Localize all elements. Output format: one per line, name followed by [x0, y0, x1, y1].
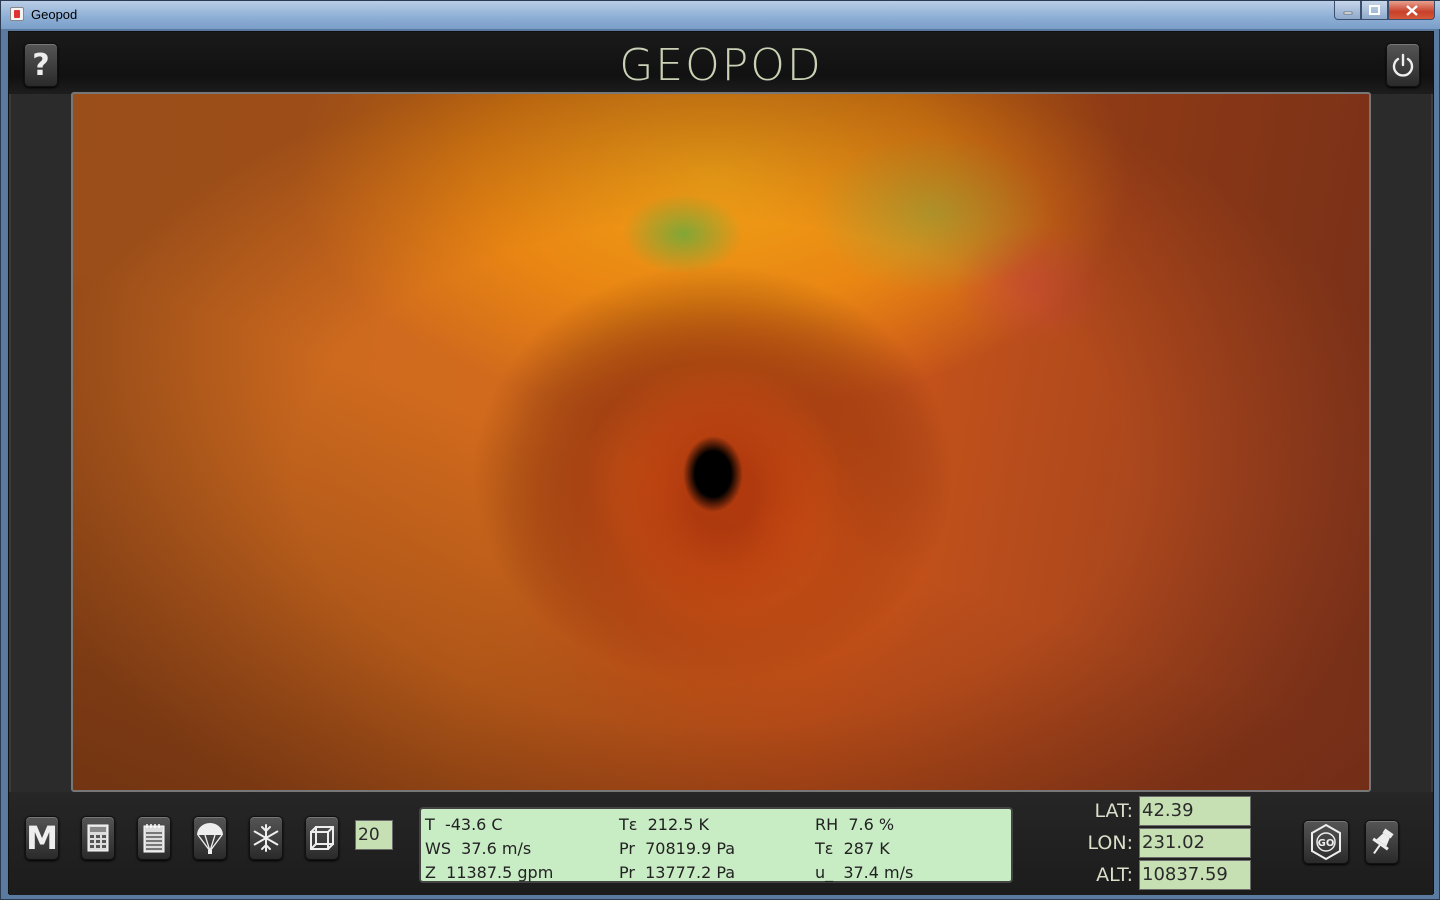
- go-target-icon: GO: [1311, 823, 1341, 861]
- probe-readout-panel: T -43.6 C Tε 212.5 K RH 7.6 % WS 37.6 m/…: [419, 807, 1013, 883]
- window-controls: [1334, 1, 1435, 21]
- go-label: GO: [1318, 838, 1335, 849]
- readout-u-wind: u_ 37.4 m/s: [815, 863, 914, 882]
- readout-theta-e: Tε 212.5 K: [619, 815, 709, 834]
- minimize-button[interactable]: [1334, 1, 1361, 20]
- readout-wind-speed: WS 37.6 m/s: [425, 839, 532, 858]
- lon-input[interactable]: 231.02: [1139, 828, 1251, 858]
- viewport-vignette: [73, 94, 1369, 790]
- go-button[interactable]: GO: [1303, 820, 1349, 864]
- help-button[interactable]: ?: [24, 43, 58, 87]
- lon-row: LON: 231.02: [1085, 828, 1255, 858]
- bottom-toolbar: M 20 T -43.6 C Tε 212.5 K RH 7.6 % WS 37…: [9, 792, 1433, 895]
- lat-input[interactable]: 42.39: [1139, 796, 1251, 826]
- readout-pressure: Pr 70819.9 Pa: [619, 839, 736, 858]
- cube-icon: [310, 826, 334, 850]
- window-title: Geopod: [31, 7, 78, 22]
- alt-row: ALT: 10837.59: [1085, 860, 1255, 890]
- pin-button[interactable]: [1365, 820, 1399, 864]
- lat-row: LAT: 42.39: [1085, 796, 1255, 826]
- menu-m-button[interactable]: M: [25, 816, 59, 860]
- calculator-icon: [87, 824, 109, 852]
- alt-input[interactable]: 10837.59: [1139, 860, 1251, 890]
- readout-geopotential-height: Z 11387.5 gpm: [425, 863, 554, 882]
- power-button[interactable]: [1386, 43, 1420, 87]
- java-app-icon: [10, 7, 24, 21]
- snowflake-icon: [253, 824, 279, 852]
- close-icon: [1405, 4, 1418, 16]
- parachute-icon: [197, 823, 223, 854]
- maximize-button[interactable]: [1361, 1, 1388, 20]
- readout-temperature: T -43.6 C: [425, 815, 503, 834]
- readout-theta-e-2: Tε 287 K: [815, 839, 890, 858]
- m-label: M: [26, 819, 58, 857]
- calculator-button[interactable]: [81, 816, 115, 860]
- maximize-icon: [1369, 5, 1380, 15]
- cube-button[interactable]: [305, 816, 339, 860]
- snowflake-button[interactable]: [249, 816, 283, 860]
- power-icon: [1392, 53, 1414, 77]
- geopod-panel: GEOPOD ? M 20 T -43.6 C Tε 212.5 K RH 7.…: [8, 31, 1434, 895]
- readout-relative-humidity: RH 7.6 %: [815, 815, 895, 834]
- level-input[interactable]: 20: [355, 820, 393, 850]
- readout-pressure-2: Pr 13777.2 Pa: [619, 863, 736, 882]
- minimize-icon: [1343, 11, 1352, 15]
- help-icon: ?: [32, 47, 50, 83]
- app-window: Geopod GEOPOD ? M 20 T -43.6 C Tε 212.5 …: [0, 0, 1440, 900]
- header-bar: GEOPOD ?: [9, 32, 1433, 94]
- alt-label: ALT:: [1096, 864, 1133, 886]
- 3d-isosurface-view[interactable]: [71, 92, 1371, 792]
- close-button[interactable]: [1388, 1, 1435, 20]
- geopod-logo: GEOPOD: [619, 40, 823, 91]
- notepad-button[interactable]: [137, 816, 171, 860]
- pushpin-icon: [1372, 828, 1394, 855]
- parachute-button[interactable]: [193, 816, 227, 860]
- title-bar[interactable]: Geopod: [1, 1, 1440, 29]
- lon-label: LON:: [1087, 832, 1133, 854]
- notepad-icon: [143, 824, 165, 853]
- lat-label: LAT:: [1094, 800, 1133, 822]
